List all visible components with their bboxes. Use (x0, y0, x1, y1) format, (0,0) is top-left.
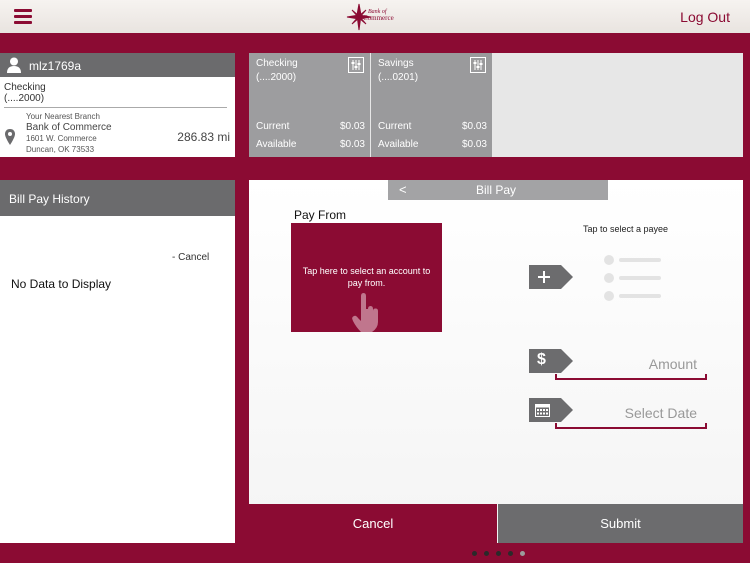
back-button[interactable]: < (399, 182, 407, 197)
current-balance: $0.03 (461, 121, 487, 132)
pay-from-account-selector[interactable]: Tap here to select an account to pay fro… (291, 223, 442, 332)
empty-state-text: No Data to Display (11, 277, 112, 291)
username: mlz1769a (29, 59, 82, 73)
account-name: Savings (378, 58, 414, 69)
calendar-icon (535, 404, 550, 417)
sliders-icon[interactable] (470, 57, 486, 73)
payee-list-placeholder-icon[interactable] (603, 254, 673, 304)
menu-icon[interactable] (14, 9, 32, 25)
user-header: mlz1769a (0, 53, 235, 77)
map-pin-icon (5, 129, 15, 145)
current-balance: $0.03 (339, 121, 365, 132)
available-label: Available (256, 139, 297, 150)
selected-account-name[interactable]: Checking (4, 82, 46, 93)
hand-pointer-icon (352, 293, 378, 332)
divider (4, 107, 227, 108)
account-tiles: Checking (....2000) Current $0.03 Availa… (249, 53, 743, 157)
selected-account-number: (....2000) (4, 93, 45, 104)
dollar-icon: $ (537, 351, 546, 368)
pay-from-prompt: Tap here to select an account to pay fro… (302, 266, 431, 288)
bill-pay-header: < Bill Pay (388, 180, 608, 200)
bill-pay-title: Bill Pay (476, 183, 517, 197)
logo-text-2: Commerce (363, 14, 394, 22)
plus-icon (538, 271, 550, 283)
page-dot[interactable] (520, 551, 525, 556)
add-payee-button[interactable] (529, 265, 573, 289)
page-dot[interactable] (496, 551, 501, 556)
bill-pay-history-panel: Bill Pay History - Cancel No Data to Dis… (0, 180, 235, 543)
payee-prompt: Tap to select a payee (583, 224, 669, 234)
branch-address-line1: 1601 W. Commerce (26, 134, 97, 143)
top-bar: Bank of Commerce Log Out (0, 0, 750, 33)
page-dot[interactable] (472, 551, 477, 556)
account-name: Checking (256, 58, 298, 69)
amount-placeholder: Amount (648, 356, 697, 372)
available-balance: $0.03 (339, 139, 365, 150)
branch-label: Your Nearest Branch (26, 112, 100, 121)
history-title: Bill Pay History (0, 180, 235, 216)
available-label: Available (378, 139, 419, 150)
date-placeholder: Select Date (624, 405, 697, 421)
submit-button[interactable]: Submit (498, 504, 743, 543)
page-dot[interactable] (508, 551, 513, 556)
branch-name[interactable]: Bank of Commerce (26, 122, 112, 133)
pay-from-label: Pay From (294, 208, 347, 222)
history-cancel-filter[interactable]: - Cancel (172, 252, 209, 263)
logout-button[interactable]: Log Out (680, 9, 730, 25)
available-balance: $0.03 (461, 139, 487, 150)
account-tile-savings[interactable]: Savings (....0201) Current $0.03 Availab… (371, 53, 492, 157)
cancel-button[interactable]: Cancel (249, 504, 497, 543)
current-label: Current (256, 121, 290, 132)
branch-distance: 286.83 mi (177, 130, 230, 144)
account-number: (....2000) (256, 72, 297, 83)
bill-pay-panel: < Bill Pay Pay From Tap here to select a… (249, 180, 743, 543)
account-tile-checking[interactable]: Checking (....2000) Current $0.03 Availa… (249, 53, 370, 157)
sliders-icon[interactable] (348, 57, 364, 73)
amount-input[interactable]: Amount (555, 352, 707, 380)
page-dot[interactable] (484, 551, 489, 556)
user-card: mlz1769a Checking (....2000) Your Neares… (0, 53, 235, 157)
date-input[interactable]: Select Date (555, 401, 707, 429)
branch-address-line2: Duncan, OK 73533 (26, 145, 95, 154)
current-label: Current (378, 121, 412, 132)
person-icon (7, 57, 21, 73)
account-number: (....0201) (378, 72, 419, 83)
bank-logo: Bank of Commerce (345, 3, 397, 31)
